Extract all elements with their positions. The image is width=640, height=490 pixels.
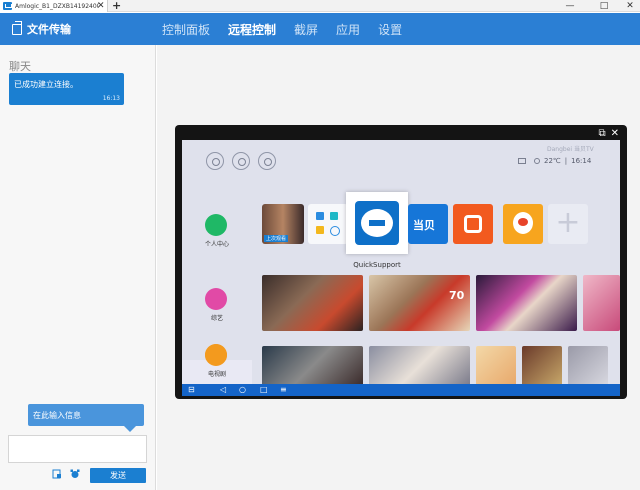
quicksupport-app[interactable] [346, 192, 408, 254]
alarm-icon[interactable] [70, 469, 80, 479]
side-item-user-center[interactable]: 个人中心 [182, 239, 252, 248]
chat-input[interactable] [8, 435, 147, 463]
teamviewer-icon [3, 2, 12, 10]
variety-thumb-1[interactable] [262, 275, 363, 331]
menu-icon[interactable]: ≡ [280, 384, 287, 396]
user-center-icon[interactable] [205, 214, 227, 236]
gear-icon[interactable] [232, 152, 250, 170]
add-app-tile[interactable]: + [548, 204, 588, 244]
variety-icon[interactable] [205, 288, 227, 310]
chat-message: 已成功建立连接。 16:13 [9, 73, 124, 105]
variety-thumb-3[interactable] [476, 275, 577, 331]
chat-message-time: 16:13 [102, 95, 120, 102]
tab-remote-control[interactable]: 远程控制 [228, 21, 276, 38]
tv-brand-logo: Dangbei 当贝TV [547, 146, 594, 153]
close-icon[interactable]: ✕ [620, 0, 640, 12]
tab-screenshot[interactable]: 截屏 [294, 21, 318, 38]
series-thumb-2[interactable] [369, 346, 470, 384]
side-item-variety[interactable]: 综艺 [182, 313, 252, 322]
series-thumb-4[interactable] [522, 346, 562, 384]
title-bar: Amlogic_B1_DZXB14192400006 ✕ + — □ ✕ [0, 0, 640, 12]
mail-icon [518, 158, 526, 164]
device-tab[interactable]: Amlogic_B1_DZXB14192400006 ✕ [0, 0, 108, 12]
main-nav: 控制面板 远程控制 截屏 应用 设置 [162, 13, 420, 45]
add-tab-icon[interactable]: + [112, 0, 121, 12]
file-transfer-button[interactable]: 文件传输 [12, 13, 71, 45]
send-button[interactable]: 发送 [90, 468, 146, 483]
search-icon[interactable] [206, 152, 224, 170]
series-thumb-5[interactable] [568, 346, 608, 384]
file-transfer-label: 文件传输 [27, 23, 71, 36]
chat-title: 聊天 [9, 60, 31, 73]
tab-title: Amlogic_B1_DZXB14192400006 [15, 2, 99, 10]
series-thumb-1[interactable] [262, 346, 363, 384]
recents-icon[interactable]: □ [260, 384, 268, 396]
android-nav-bar: ⊟ ◁ ○ □ ≡ [182, 384, 620, 396]
tv-status-bar: 22℃ | 16:14 [518, 157, 591, 165]
variety-thumb-2[interactable]: 70 [369, 275, 470, 331]
tab-apps[interactable]: 应用 [336, 21, 360, 38]
chat-panel: 聊天 已成功建立连接。 16:13 在此输入信息 发送 [0, 45, 156, 490]
weather-icon [534, 158, 540, 164]
home-icon[interactable]: ○ [239, 384, 246, 396]
input-hint-text: 在此输入信息 [33, 411, 81, 420]
tv-time: 16:14 [571, 157, 592, 165]
chat-message-text: 已成功建立连接。 [14, 80, 78, 89]
back-icon[interactable]: ◁ [220, 384, 226, 396]
quicksupport-icon [355, 201, 399, 245]
close-remote-icon[interactable]: ✕ [611, 128, 619, 139]
series-thumb-3[interactable] [476, 346, 516, 384]
input-hint-bubble: 在此输入信息 [28, 404, 144, 432]
file-send-icon[interactable] [52, 469, 62, 479]
maximize-icon[interactable]: □ [594, 0, 614, 12]
message-icon[interactable] [258, 152, 276, 170]
tab-settings[interactable]: 设置 [378, 21, 402, 38]
file-transfer-icon [12, 20, 22, 35]
app-header: 文件传输 控制面板 远程控制 截屏 应用 设置 [0, 13, 640, 45]
temperature: 22℃ [544, 157, 561, 165]
teamviewer-toolbar-icon[interactable]: ⊟ [188, 384, 195, 396]
dangbei-app[interactable]: 当贝 [408, 204, 448, 244]
tab-close-icon[interactable]: ✕ [97, 0, 105, 12]
remote-screen[interactable]: Dangbei 当贝TV 22℃ | 16:14 个人中心 综艺 电视剧 电视剧… [182, 140, 620, 384]
variety-thumb-4[interactable] [583, 275, 620, 331]
minimize-icon[interactable]: — [560, 0, 580, 12]
recent-watch-tile[interactable]: 上次观看 [262, 204, 304, 244]
popout-icon[interactable]: ⧉ [598, 128, 605, 139]
mango-tv-app[interactable] [453, 204, 493, 244]
app-folder-tile[interactable] [308, 204, 348, 244]
focused-app-label: QuickSupport [353, 261, 401, 269]
tab-control-panel[interactable]: 控制面板 [162, 21, 210, 38]
game-app[interactable] [503, 204, 543, 244]
